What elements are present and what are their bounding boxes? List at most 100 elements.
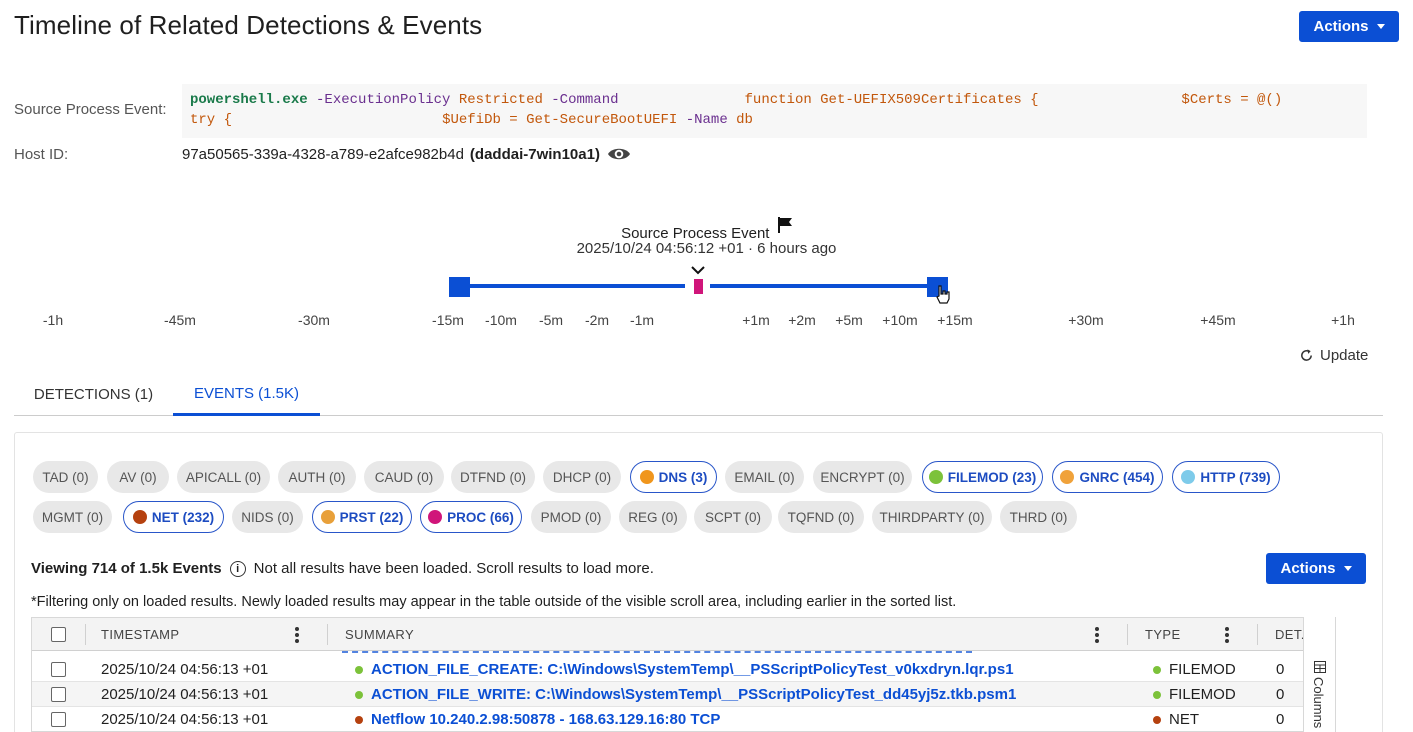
filter-chip[interactable]: PMOD (0) (531, 501, 611, 533)
row-type-cell: FILEMOD (1153, 682, 1236, 707)
filter-chip[interactable]: REG (0) (619, 501, 687, 533)
columns-label: Columns (1311, 677, 1326, 729)
filter-chip[interactable]: NIDS (0) (232, 501, 303, 533)
filter-chip[interactable]: TQFND (0) (778, 501, 864, 533)
row-detections: 0 (1276, 661, 1285, 678)
tick-label: -30m (298, 312, 330, 328)
column-menu-icon[interactable] (294, 626, 300, 644)
row-summary-link[interactable]: Netflow 10.240.2.98:50878 - 168.63.129.1… (371, 711, 720, 728)
select-all-checkbox[interactable] (51, 627, 66, 642)
filter-chip[interactable]: APICALL (0) (177, 461, 270, 493)
filter-chip[interactable]: SCPT (0) (694, 501, 772, 533)
columns-panel-toggle[interactable]: Columns (1303, 617, 1335, 732)
type-color-dot (1153, 665, 1161, 674)
filter-chip[interactable]: DTFND (0) (451, 461, 535, 493)
table-row[interactable]: 2025/10/24 04:56:13 +01 ACTION_FILE_CREAT… (32, 657, 1320, 682)
filter-chip[interactable]: PRST (22) (312, 501, 412, 533)
timeline-timestamp: 2025/10/24 04:56:12 +01 · 6 hours ago (576, 240, 837, 257)
tick-label: +10m (882, 312, 918, 328)
type-color-dot (1060, 470, 1075, 484)
column-header-summary[interactable]: SUMMARY (345, 618, 414, 651)
filter-chip[interactable]: NET (232) (123, 501, 224, 533)
table-actions-button[interactable]: Actions (1266, 553, 1366, 584)
filter-chip[interactable]: DHCP (0) (543, 461, 621, 493)
tick-label: +2m (788, 312, 816, 328)
cmd-value: try { (190, 112, 233, 128)
partial-row-edge (342, 651, 972, 655)
filter-chip-label: HTTP (739) (1200, 469, 1271, 485)
type-color-dot (355, 690, 363, 699)
filter-chip[interactable]: GNRC (454) (1052, 461, 1163, 493)
cmd-value: function Get-UEFIX509Certificates { (744, 92, 1039, 108)
filter-chip-label: CAUD (0) (374, 469, 434, 485)
row-summary-cell: Netflow 10.240.2.98:50878 - 168.63.129.1… (355, 707, 720, 731)
table-row[interactable]: 2025/10/24 04:56:13 +01 Netflow 10.240.2.… (32, 707, 1320, 731)
column-divider (327, 624, 328, 645)
type-color-dot (428, 510, 443, 524)
column-divider (1257, 624, 1258, 645)
tick-label: +45m (1200, 312, 1236, 328)
filter-chip[interactable]: ENCRYPT (0) (813, 461, 912, 493)
row-select-cell (51, 707, 66, 731)
caret-down-icon (1376, 24, 1385, 29)
filter-chip[interactable]: PROC (66) (420, 501, 522, 533)
source-process-command: powershell.exe -ExecutionPolicy Restrict… (182, 84, 1367, 138)
actions-button[interactable]: Actions (1299, 11, 1399, 42)
column-header-type[interactable]: TYPE (1145, 618, 1181, 651)
filter-chip[interactable]: THIRDPARTY (0) (872, 501, 992, 533)
filter-chip[interactable]: EMAIL (0) (725, 461, 804, 493)
filter-chip[interactable]: FILEMOD (23) (922, 461, 1043, 493)
filter-chip-label: THIRDPARTY (0) (879, 509, 985, 525)
cmd-value: $UefiDb = Get-SecureBootUEFI (442, 112, 678, 128)
column-menu-icon[interactable] (1224, 626, 1230, 644)
filter-chip-label: NIDS (0) (241, 509, 294, 525)
filter-chip[interactable]: AV (0) (107, 461, 169, 493)
caret-down-icon (1343, 566, 1352, 571)
table-row[interactable]: 2025/10/24 04:56:13 +01 ACTION_FILE_WRITE… (32, 682, 1320, 707)
column-header-timestamp[interactable]: TIMESTAMP (101, 618, 179, 651)
tick-label: +1h (1331, 312, 1355, 328)
columns-icon (1314, 661, 1326, 673)
row-checkbox[interactable] (51, 662, 66, 677)
update-label: Update (1320, 347, 1369, 364)
row-checkbox[interactable] (51, 712, 66, 727)
range-start-handle[interactable] (449, 277, 470, 297)
eye-icon[interactable] (606, 145, 632, 163)
row-summary-link[interactable]: ACTION_FILE_WRITE: C:\Windows\SystemTemp… (371, 686, 1016, 703)
host-id-value: 97a50565-339a-4328-a789-e2afce982b4d (da… (182, 145, 632, 163)
tab-events[interactable]: EVENTS (1.5K) (173, 374, 320, 416)
cmd-exe: powershell.exe (190, 92, 308, 108)
tab-bar: DETECTIONS (1) EVENTS (1.5K) (14, 374, 1383, 416)
row-type: NET (1169, 711, 1199, 728)
filter-chip[interactable]: MGMT (0) (33, 501, 112, 533)
host-name: (daddai-7win10a1) (469, 145, 600, 163)
update-button[interactable]: Update (1299, 347, 1368, 364)
filter-chip[interactable]: TAD (0) (33, 461, 98, 493)
filter-chip-label: FILEMOD (23) (947, 469, 1037, 485)
filter-chip[interactable]: CAUD (0) (364, 461, 444, 493)
flag-icon (777, 217, 792, 233)
row-select-cell (51, 657, 66, 682)
cmd-param: -Name (685, 112, 728, 128)
page-title: Timeline of Related Detections & Events (14, 10, 483, 40)
tab-detections[interactable]: DETECTIONS (1) (14, 374, 173, 415)
results-summary: Viewing 714 of 1.5k Events i Not all res… (31, 560, 654, 577)
table-header: TIMESTAMP SUMMARY TYPE DET... (32, 618, 1335, 651)
filter-chip[interactable]: AUTH (0) (278, 461, 356, 493)
row-checkbox[interactable] (51, 687, 66, 702)
filter-chip[interactable]: THRD (0) (1000, 501, 1077, 533)
row-type: FILEMOD (1169, 661, 1236, 678)
filter-chip-label: ENCRYPT (0) (820, 469, 905, 485)
filter-chip-label: DHCP (0) (552, 469, 612, 485)
filter-chip-label: TQFND (0) (787, 509, 855, 525)
filter-chip[interactable]: DNS (3) (630, 461, 717, 493)
column-divider (85, 624, 86, 645)
cmd-value: Restricted (458, 92, 543, 108)
not-all-loaded-note: Not all results have been loaded. Scroll… (253, 560, 654, 577)
filter-chip[interactable]: HTTP (739) (1172, 461, 1280, 493)
column-menu-icon[interactable] (1094, 626, 1100, 644)
row-summary-link[interactable]: ACTION_FILE_CREATE: C:\Windows\SystemTem… (371, 661, 1014, 678)
host-id: 97a50565-339a-4328-a789-e2afce982b4d (182, 145, 464, 163)
type-color-dot (132, 510, 147, 524)
timeline-ticks: -1h -45m -30m -15m -10m -5m -2m -1m +1m … (0, 312, 1413, 332)
